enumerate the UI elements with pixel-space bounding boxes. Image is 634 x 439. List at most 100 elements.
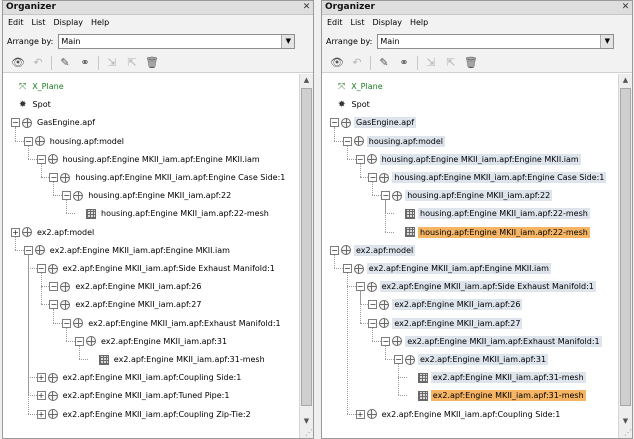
vertical-scrollbar[interactable]: ▲ ▼: [299, 74, 313, 438]
scroll-down-icon[interactable]: ▼: [300, 415, 313, 428]
tree-item-label[interactable]: housing.apf:model: [48, 136, 126, 147]
arrange-by-select[interactable]: Main ▼: [377, 33, 615, 49]
resize-grip-icon[interactable]: ⋰: [619, 428, 632, 438]
collapse-icon[interactable]: −: [62, 318, 72, 328]
tree-item-label[interactable]: ex2.apf:Engine MKII_iam.apf:Coupling Zip…: [61, 409, 253, 420]
collapse-icon[interactable]: −: [36, 264, 46, 273]
vertical-scrollbar[interactable]: ▲ ▼: [618, 74, 632, 438]
collapse-icon[interactable]: −: [342, 136, 352, 146]
tree-row[interactable]: ✸ Spot: [19, 97, 53, 112]
tree-item-label[interactable]: ex2.apf:Engine MKII_iam.apf:Exhaust Mani…: [405, 335, 602, 347]
collapse-icon[interactable]: −: [355, 154, 365, 164]
tree-row[interactable]: housing.apf:Engine MKII_iam.apf:22-mesh: [75, 206, 271, 221]
collapse-icon[interactable]: −: [62, 191, 72, 201]
tree-row[interactable]: − ex2.apf:Engine MKII_iam.apf:27: [368, 316, 523, 331]
collapse-icon[interactable]: −: [23, 136, 33, 146]
tree-item-label[interactable]: ex2.apf:Engine MKII_iam.apf:Engine MKII.…: [48, 245, 232, 256]
tree-row[interactable]: ⤧ X_Plane: [19, 79, 66, 94]
tree-view[interactable]: ⤧ X_Plane ✸ Spot − GasEngine.apf − housing.apf:…: [322, 74, 617, 438]
collapse-icon[interactable]: −: [330, 245, 339, 255]
eye-icon[interactable]: 👁: [8, 55, 28, 71]
expand-icon[interactable]: +: [11, 227, 20, 237]
tree-item-label[interactable]: ex2.apf:model: [354, 244, 416, 256]
tree-row[interactable]: − ex2.apf:Engine MKII_iam.apf:26: [49, 279, 203, 294]
tree-row[interactable]: − ex2.apf:Engine MKII_iam.apf:Engine MKII…: [342, 261, 551, 276]
tree-row[interactable]: ex2.apf:Engine MKII_iam.apf:31-mesh: [88, 352, 267, 367]
tree-item-label[interactable]: Spot: [31, 99, 53, 110]
tree-row[interactable]: − housing.apf:Engine MKII_iam.apf:22: [62, 188, 233, 203]
transfer-in-icon[interactable]: ⇲: [102, 55, 122, 71]
collapse-icon[interactable]: −: [49, 300, 59, 310]
collapse-icon[interactable]: −: [11, 118, 20, 128]
trash-icon[interactable]: 🗑: [142, 55, 162, 71]
chevron-down-icon[interactable]: ▼: [281, 34, 295, 48]
menu-edit[interactable]: Edit: [8, 18, 24, 27]
tree-row[interactable]: − housing.apf:model: [342, 134, 446, 149]
tree-row[interactable]: + ex2.apf:Engine MKII_iam.apf:Coupling Zi…: [36, 407, 253, 422]
tree-row[interactable]: − ex2.apf:model: [330, 243, 416, 258]
collapse-icon[interactable]: −: [23, 245, 33, 255]
expand-icon[interactable]: +: [36, 409, 46, 419]
tree-row[interactable]: ✸ Spot: [338, 97, 372, 112]
menu-edit[interactable]: Edit: [327, 18, 343, 27]
tree-item-label[interactable]: ex2.apf:model: [35, 227, 96, 238]
tree-row[interactable]: − ex2.apf:Engine MKII_iam.apf:Exhaust Man…: [62, 316, 282, 331]
collapse-icon[interactable]: −: [368, 300, 378, 310]
collapse-icon[interactable]: −: [342, 264, 352, 273]
scroll-thumb[interactable]: [620, 88, 631, 406]
tree-row[interactable]: − GasEngine.apf: [11, 115, 97, 130]
tree-row[interactable]: − housing.apf:Engine MKII_iam.apf:Engine …: [36, 152, 262, 167]
collapse-icon[interactable]: −: [330, 118, 339, 128]
tree-item-label[interactable]: ex2.apf:Engine MKII_iam.apf:31-mesh: [112, 354, 267, 365]
tree-item-label[interactable]: housing.apf:Engine MKII_iam.apf:22-mesh: [418, 226, 590, 238]
tree-row[interactable]: ⤧ X_Plane: [338, 79, 385, 94]
tree-row[interactable]: − ex2.apf:Engine MKII_iam.apf:Side Exhaus…: [36, 261, 277, 276]
collapse-icon[interactable]: −: [36, 154, 46, 164]
menu-help[interactable]: Help: [410, 18, 428, 27]
menu-help[interactable]: Help: [91, 18, 109, 27]
tree-item-label[interactable]: housing.apf:Engine MKII_iam.apf:22-mesh: [99, 208, 271, 219]
link-icon[interactable]: ⚭: [394, 55, 414, 71]
undo-icon[interactable]: ↶: [28, 55, 48, 71]
tree-item-label[interactable]: ex2.apf:Engine MKII_iam.apf:27: [73, 299, 203, 310]
tree-item-label[interactable]: Spot: [350, 99, 372, 110]
scroll-up-icon[interactable]: ▲: [619, 74, 632, 87]
collapse-icon[interactable]: −: [381, 336, 391, 346]
tree-row[interactable]: − ex2.apf:Engine MKII_iam.apf:Exhaust Man…: [381, 334, 602, 349]
tree-row[interactable]: + ex2.apf:model: [11, 225, 96, 240]
tree-row[interactable]: − ex2.apf:Engine MKII_iam.apf:Side Exhaus…: [355, 279, 596, 294]
tree-row[interactable]: − housing.apf:Engine MKII_iam.apf:Engine …: [49, 170, 287, 185]
collapse-icon[interactable]: −: [368, 173, 378, 182]
window-titlebar[interactable]: Organizer ✕: [322, 1, 632, 15]
tree-row[interactable]: − housing.apf:Engine MKII_iam.apf:22: [381, 188, 553, 203]
tree-item-label[interactable]: ex2.apf:Engine MKII_iam.apf:Coupling Sid…: [61, 372, 244, 383]
collapse-icon[interactable]: −: [75, 336, 84, 346]
transfer-out-icon[interactable]: ⇱: [122, 55, 142, 71]
arrange-by-select[interactable]: Main ▼: [58, 33, 296, 49]
tree-row[interactable]: − ex2.apf:Engine MKII_iam.apf:26: [368, 297, 523, 312]
tree-item-label[interactable]: ex2.apf:Engine MKII_iam.apf:31: [418, 354, 549, 365]
tree-row[interactable]: − ex2.apf:Engine MKII_iam.apf:31: [394, 352, 549, 367]
tree-item-label[interactable]: housing.apf:Engine MKII_iam.apf:22: [405, 190, 553, 202]
tree-row[interactable]: + ex2.apf:Engine MKII_iam.apf:Tuned Pipe:…: [36, 388, 232, 403]
tree-row[interactable]: − housing.apf:Engine MKII_iam.apf:Engine …: [368, 170, 607, 185]
tree-item-label[interactable]: ex2.apf:Engine MKII_iam.apf:Side Exhaust…: [61, 263, 277, 274]
tree-item-label[interactable]: ex2.apf:Engine MKII_iam.apf:27: [392, 317, 523, 329]
menu-list[interactable]: List: [32, 18, 46, 27]
tree-row[interactable]: − ex2.apf:Engine MKII_iam.apf:27: [49, 297, 203, 312]
tree-item-label[interactable]: ex2.apf:Engine MKII_iam.apf:26: [73, 281, 203, 292]
tree-item-label[interactable]: housing.apf:model: [366, 135, 446, 147]
collapse-icon[interactable]: −: [368, 318, 378, 328]
expand-icon[interactable]: +: [36, 373, 46, 383]
tree-item-label[interactable]: ex2.apf:Engine MKII_iam.apf:Exhaust Mani…: [86, 318, 282, 329]
menu-display[interactable]: Display: [53, 18, 83, 27]
wand-icon[interactable]: ✎: [55, 55, 75, 71]
wand-icon[interactable]: ✎: [374, 55, 394, 71]
scroll-down-icon[interactable]: ▼: [619, 415, 632, 428]
tree-row[interactable]: + ex2.apf:Engine MKII_iam.apf:Coupling Si…: [355, 407, 563, 422]
collapse-icon[interactable]: −: [49, 282, 59, 292]
tree-item-label[interactable]: ex2.apf:Engine MKII_iam.apf:31-mesh: [430, 372, 586, 384]
tree-row[interactable]: − ex2.apf:Engine MKII_iam.apf:Engine MKII…: [23, 243, 232, 258]
tree-view[interactable]: ⤧ X_Plane ✸ Spot − GasEngine.apf − housing.apf:…: [3, 74, 298, 438]
scroll-up-icon[interactable]: ▲: [300, 74, 313, 87]
